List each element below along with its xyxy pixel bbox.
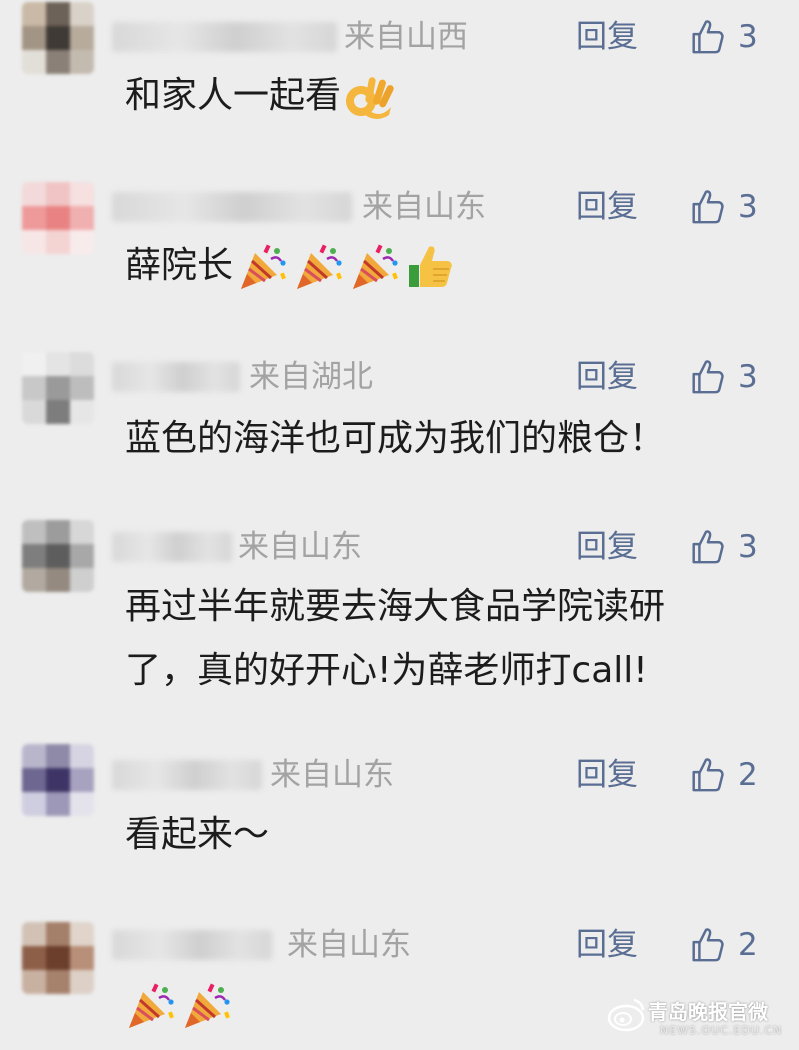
like-count: 2 [738, 927, 758, 963]
thumbs-up-outline-icon [688, 926, 726, 964]
reply-button[interactable]: 回复 [576, 17, 638, 57]
like-button[interactable]: 3 [688, 357, 758, 397]
username-blurred[interactable] [112, 760, 262, 790]
ok-hand-emoji [345, 71, 397, 123]
thumbs-up-outline-icon [688, 528, 726, 566]
like-button[interactable]: 3 [688, 187, 758, 227]
avatar[interactable] [22, 182, 94, 254]
reply-button[interactable]: 回复 [576, 187, 638, 227]
like-count: 3 [738, 189, 758, 225]
comment-region: 来自山东 [270, 757, 394, 793]
thumbs-up-emoji [405, 241, 457, 293]
comment-text: 再过半年就要去海大食品学院读研 了，真的好开心!为薛老师打call! [125, 578, 759, 700]
party-popper-emoji [237, 241, 289, 293]
avatar[interactable] [22, 2, 94, 74]
comment-text: 蓝色的海洋也可成为我们的粮仓！ [125, 410, 759, 468]
avatar[interactable] [22, 744, 94, 816]
watermark-title: 青岛晚报官微 [648, 1000, 768, 1024]
avatar[interactable] [22, 922, 94, 994]
reply-button[interactable]: 回复 [576, 357, 638, 397]
comment-body-line: 了，真的好开心!为薛老师打call! [125, 650, 648, 691]
comment-text: 看起来～ [125, 806, 759, 864]
avatar[interactable] [22, 352, 94, 424]
party-popper-emoji [181, 980, 233, 1032]
reply-button[interactable]: 回复 [576, 527, 638, 567]
avatar[interactable] [22, 520, 94, 592]
comment-region: 来自山西 [344, 19, 468, 55]
like-button[interactable]: 3 [688, 17, 758, 57]
comment-body: 看起来～ [125, 814, 270, 855]
reply-button[interactable]: 回复 [576, 925, 638, 965]
username-blurred[interactable] [112, 192, 352, 222]
like-count: 2 [738, 757, 758, 793]
comment-body-line: 再过半年就要去海大食品学院读研 [125, 586, 666, 627]
watermark-url: NEWS.OUC.EDU.CN [660, 1024, 783, 1037]
username-blurred[interactable] [112, 930, 272, 960]
comment-region: 来自山东 [287, 927, 411, 963]
comment-text: 和家人一起看 [125, 67, 759, 125]
like-count: 3 [738, 529, 758, 565]
username-blurred[interactable] [112, 532, 232, 562]
party-popper-emoji [125, 980, 177, 1032]
like-count: 3 [738, 19, 758, 55]
thumbs-up-outline-icon [688, 188, 726, 226]
thumbs-up-outline-icon [688, 358, 726, 396]
watermark: 青岛晚报官微 NEWS.OUC.EDU.CN [598, 990, 798, 1046]
party-popper-emoji [349, 241, 401, 293]
comment-region: 来自湖北 [249, 359, 373, 395]
comment-region: 来自山东 [238, 529, 362, 565]
comment-body: 蓝色的海洋也可成为我们的粮仓！ [125, 418, 666, 459]
thumbs-up-outline-icon [688, 756, 726, 794]
username-blurred[interactable] [112, 362, 240, 392]
like-button[interactable]: 2 [688, 755, 758, 795]
username-blurred[interactable] [112, 22, 337, 52]
like-count: 3 [738, 359, 758, 395]
comment-body: 薛院长 [125, 245, 234, 286]
like-button[interactable]: 3 [688, 527, 758, 567]
like-button[interactable]: 2 [688, 925, 758, 965]
comment-region: 来自山东 [362, 189, 486, 225]
thumbs-up-outline-icon [688, 18, 726, 56]
party-popper-emoji [293, 241, 345, 293]
comment-text: 薛院长 [125, 237, 759, 295]
comment-body: 和家人一起看 [125, 75, 342, 116]
reply-button[interactable]: 回复 [576, 755, 638, 795]
weibo-logo-icon [607, 998, 645, 1032]
